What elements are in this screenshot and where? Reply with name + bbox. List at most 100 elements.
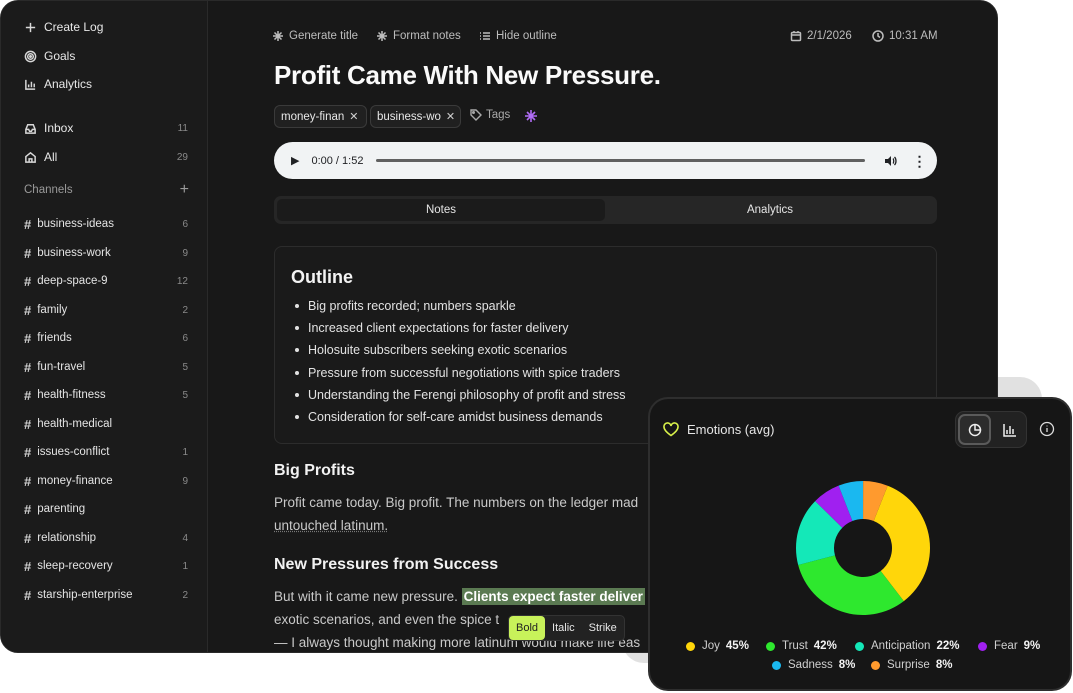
channel-count: 2 [182, 304, 188, 316]
sidebar: Create Log Goals Analytics Inbox 11 All … [1, 1, 208, 652]
outline-item: Big profits recorded; numbers sparkle [295, 299, 516, 313]
bar-chart-icon [1002, 423, 1016, 437]
time-display[interactable]: 10:31 AM [872, 30, 938, 42]
sidebar-item-business-work[interactable]: # business-work 9 [24, 243, 188, 263]
clock-icon [872, 30, 884, 42]
sidebar-item-goals[interactable]: Goals [24, 46, 75, 66]
list-icon [480, 32, 490, 40]
paragraph-line: Profit came today. Big profit. The numbe… [274, 495, 639, 510]
inbox-icon [25, 123, 36, 134]
channel-label: issues-conflict [37, 446, 110, 458]
channel-count: 5 [182, 361, 188, 373]
channel-label: relationship [37, 532, 97, 544]
sparkle-icon [273, 31, 283, 41]
add-tag-button[interactable]: Tags [470, 109, 510, 121]
generate-title-label: Generate title [289, 30, 359, 42]
audio-player[interactable]: ▶ 0:00 / 1:52 ⋮ [274, 142, 937, 179]
sidebar-item-all[interactable]: All 29 [24, 147, 188, 167]
channel-label: parenting [37, 503, 86, 515]
generate-title-button[interactable]: Generate title [272, 30, 358, 42]
hash-icon: # [24, 501, 32, 517]
channel-label: family [37, 304, 68, 316]
channel-count: 1 [182, 560, 188, 572]
sidebar-item-health-medical[interactable]: # health-medical [24, 414, 188, 434]
close-icon[interactable]: ✕ [349, 110, 358, 123]
date-display[interactable]: 2/1/2026 [790, 30, 852, 42]
sidebar-item-sleep-recovery[interactable]: # sleep-recovery 1 [24, 556, 188, 576]
bold-button[interactable]: Bold [509, 616, 546, 640]
create-log-label: Create Log [44, 20, 104, 34]
tag-label: business-wo [377, 110, 441, 123]
tag-chip[interactable]: business-wo ✕ [370, 105, 461, 128]
legend-value: 8% [935, 659, 953, 671]
home-icon [25, 151, 36, 163]
legend-item-surprise: Surprise 8% [871, 659, 952, 671]
sidebar-item-health-fitness[interactable]: # health-fitness 5 [24, 385, 188, 405]
sidebar-item-starship-enterprise[interactable]: # starship-enterprise 2 [24, 585, 188, 605]
audio-time: 0:00 / 1:52 [311, 154, 364, 167]
section-heading[interactable]: New Pressures from Success [274, 556, 498, 574]
calendar-icon [790, 31, 802, 42]
legend-item-trust: Trust 42% [766, 640, 837, 652]
legend-value: 42% [813, 640, 837, 652]
heart-icon [663, 422, 679, 437]
tag-chip[interactable]: money-finan ✕ [274, 105, 367, 128]
sidebar-item-money-finance[interactable]: # money-finance 9 [24, 471, 188, 491]
channels-header: Channels + [24, 182, 189, 198]
add-channel-icon[interactable]: + [180, 182, 189, 198]
sidebar-item-friends[interactable]: # friends 6 [24, 328, 188, 348]
hash-icon: # [24, 245, 32, 261]
highlighted-text[interactable]: Clients expect faster deliver [461, 588, 645, 605]
inbox-count: 11 [177, 122, 188, 134]
sidebar-item-issues-conflict[interactable]: # issues-conflict 1 [24, 442, 188, 462]
channel-count: 5 [182, 389, 188, 401]
legend-item-anticipation: Anticipation 22% [855, 640, 960, 652]
channel-label: business-ideas [37, 218, 114, 230]
sidebar-item-relationship[interactable]: # relationship 4 [24, 528, 188, 548]
hash-icon: # [24, 273, 32, 289]
ai-sparkle-icon[interactable] [524, 109, 538, 128]
outline-item: Increased client expectations for faster… [295, 321, 569, 335]
format-notes-button[interactable]: Format notes [376, 30, 461, 42]
info-icon[interactable] [1039, 421, 1055, 437]
legend-label: Sadness [788, 659, 833, 671]
format-notes-label: Format notes [393, 30, 461, 42]
tab-notes[interactable]: Notes [277, 199, 605, 221]
create-log-button[interactable]: Create Log [24, 17, 103, 37]
strike-button[interactable]: Strike [582, 616, 624, 640]
plus-icon [25, 22, 36, 32]
chart-toggle [955, 411, 1027, 448]
tag-label: money-finan [281, 110, 345, 123]
hash-icon: # [24, 558, 32, 574]
legend-dot [772, 660, 781, 670]
italic-button[interactable]: Italic [545, 616, 582, 640]
channel-label: sleep-recovery [37, 560, 113, 572]
hash-icon: # [24, 530, 32, 546]
sidebar-item-deep-space-9[interactable]: # deep-space-9 12 [24, 271, 188, 291]
goals-label: Goals [44, 49, 76, 63]
emotions-panel: Emotions (avg) Joy 45% Trust 42% Anticipatio… [648, 397, 1072, 691]
paragraph[interactable]: Profit came today. Big profit. The numbe… [274, 491, 638, 537]
more-options-icon[interactable]: ⋮ [912, 154, 926, 168]
sidebar-item-inbox[interactable]: Inbox 11 [24, 118, 188, 138]
channel-label: starship-enterprise [37, 589, 133, 601]
sidebar-item-analytics[interactable]: Analytics [24, 74, 92, 94]
audio-progress-track[interactable] [376, 159, 866, 162]
hide-outline-label: Hide outline [496, 30, 557, 42]
pie-view-button[interactable] [958, 414, 991, 445]
hide-outline-button[interactable]: Hide outline [479, 30, 557, 42]
close-icon[interactable]: ✕ [446, 110, 455, 123]
sidebar-item-business-ideas[interactable]: # business-ideas 6 [24, 214, 188, 234]
legend-value: 45% [725, 640, 749, 652]
sidebar-item-fun-travel[interactable]: # fun-travel 5 [24, 357, 188, 377]
time-label: 10:31 AM [889, 30, 938, 42]
sidebar-item-family[interactable]: # family 2 [24, 300, 188, 320]
play-icon[interactable]: ▶ [291, 154, 299, 167]
section-heading[interactable]: Big Profits [274, 462, 355, 480]
volume-icon[interactable] [883, 154, 898, 168]
sidebar-item-parenting[interactable]: # parenting [24, 499, 188, 519]
channels-heading: Channels [24, 184, 73, 196]
page-title[interactable]: Profit Came With New Pressure. [274, 60, 661, 91]
tab-analytics[interactable]: Analytics [606, 199, 934, 221]
bar-view-button[interactable] [994, 414, 1025, 445]
